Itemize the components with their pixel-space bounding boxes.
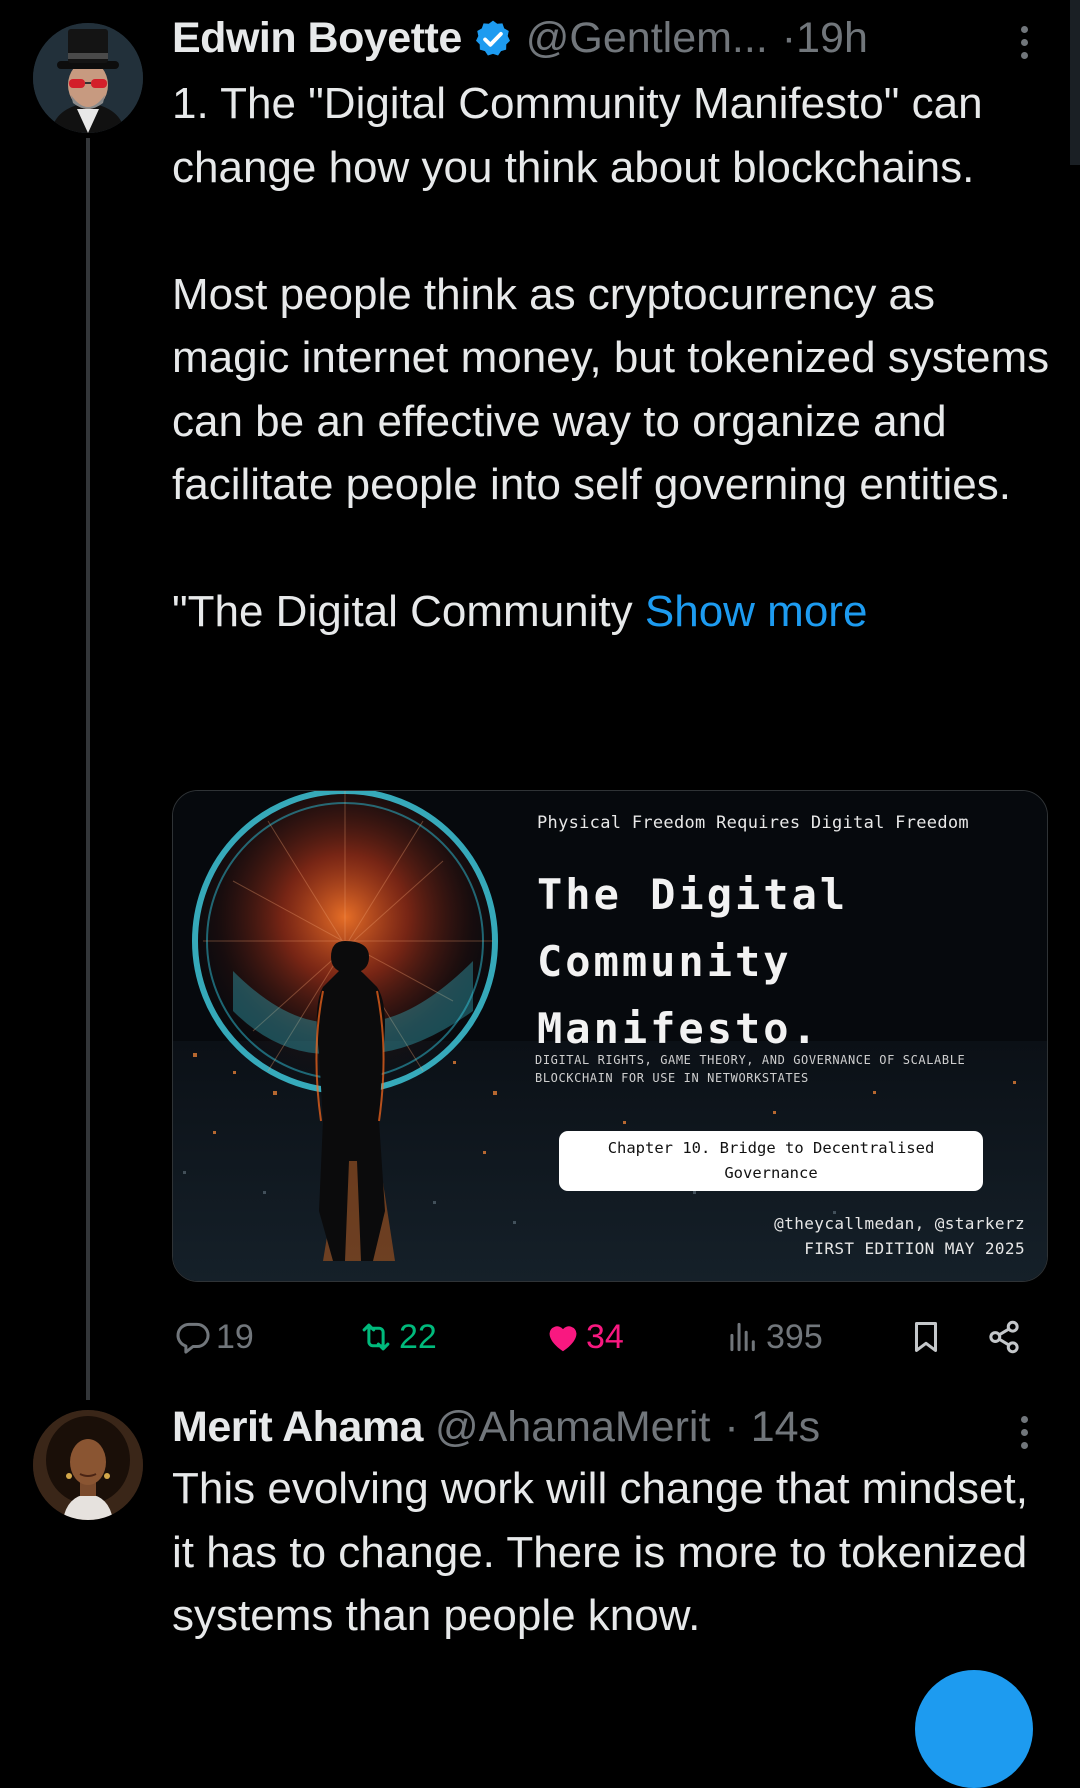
bookmark-button[interactable] [907,1311,945,1363]
more-icon[interactable] [1018,1416,1030,1455]
more-icon[interactable] [1018,26,1030,65]
reply-author-name[interactable]: Merit Ahama [172,1403,423,1452]
cover-title: The Digital Community Manifesto. [537,861,848,1062]
like-button[interactable]: 34 [544,1311,624,1363]
chapter-label: Chapter 10. Bridge to Decentralised Gove… [559,1131,983,1191]
like-count: 34 [586,1317,624,1356]
views-count: 395 [766,1317,823,1356]
avatar-portrait-image [33,1410,143,1520]
tweet-media-image[interactable]: Physical Freedom Requires Digital Freedo… [172,790,1048,1282]
reply-button[interactable]: 19 [174,1311,254,1363]
bookmark-icon [914,1322,938,1352]
share-button[interactable] [985,1311,1023,1363]
retweet-button[interactable]: 22 [357,1311,437,1363]
tweet-action-bar: 19 22 34 395 [172,1311,1032,1363]
cover-title-line: The Digital [537,870,849,919]
verified-badge-icon [475,20,510,55]
share-icon [989,1320,1019,1354]
reply-timestamp[interactable]: 14s [751,1403,820,1452]
show-more-link[interactable]: Show more [645,587,868,636]
retweet-count: 22 [399,1317,437,1356]
author-avatar[interactable] [33,23,143,133]
tweet-paragraph: 1. The "Digital Community Manifesto" can… [172,79,983,192]
reply-text: This evolving work will change that mind… [172,1464,1028,1640]
cover-authors: @theycallmedan, @starkerz [774,1214,1025,1233]
tweet-text: 1. The "Digital Community Manifesto" can… [172,72,1052,644]
tweet-paragraph: Most people think as cryptocurrency as m… [172,269,1050,510]
tweet-header: Edwin Boyette @Gentlem... · 19h [172,14,868,63]
reply-author-avatar[interactable] [33,1410,143,1520]
views-icon [730,1322,755,1352]
separator-dot: · [724,1403,739,1451]
like-icon [549,1326,577,1352]
cover-edition: FIRST EDITION MAY 2025 [804,1239,1025,1258]
cover-title-line: Community [537,937,792,986]
cover-credits: @theycallmedan, @starkerz FIRST EDITION … [774,1211,1025,1261]
reply-header: Merit Ahama @AhamaMerit · 14s [172,1403,820,1452]
views-button[interactable]: 395 [724,1311,823,1363]
avatar-portrait-image [33,23,143,133]
reply-author-handle[interactable]: @AhamaMerit [435,1403,710,1452]
author-handle[interactable]: @Gentlem... [526,14,768,63]
separator-dot: · [781,14,797,62]
tweet-paragraph-truncated: "The Digital Community Show more [172,587,868,636]
tweet-timestamp[interactable]: 19h [796,14,868,63]
cover-subtitle: DIGITAL RIGHTS, GAME THEORY, AND GOVERNA… [535,1053,966,1085]
retweet-icon [362,1323,390,1351]
author-name[interactable]: Edwin Boyette [172,14,462,63]
thread-connector-line [86,138,90,1400]
compose-fab-button[interactable] [915,1670,1033,1788]
reply-count: 19 [216,1317,254,1356]
reply-icon [176,1322,210,1354]
scrollbar[interactable] [1070,0,1080,165]
cover-tagline: Physical Freedom Requires Digital Freedo… [537,813,969,833]
